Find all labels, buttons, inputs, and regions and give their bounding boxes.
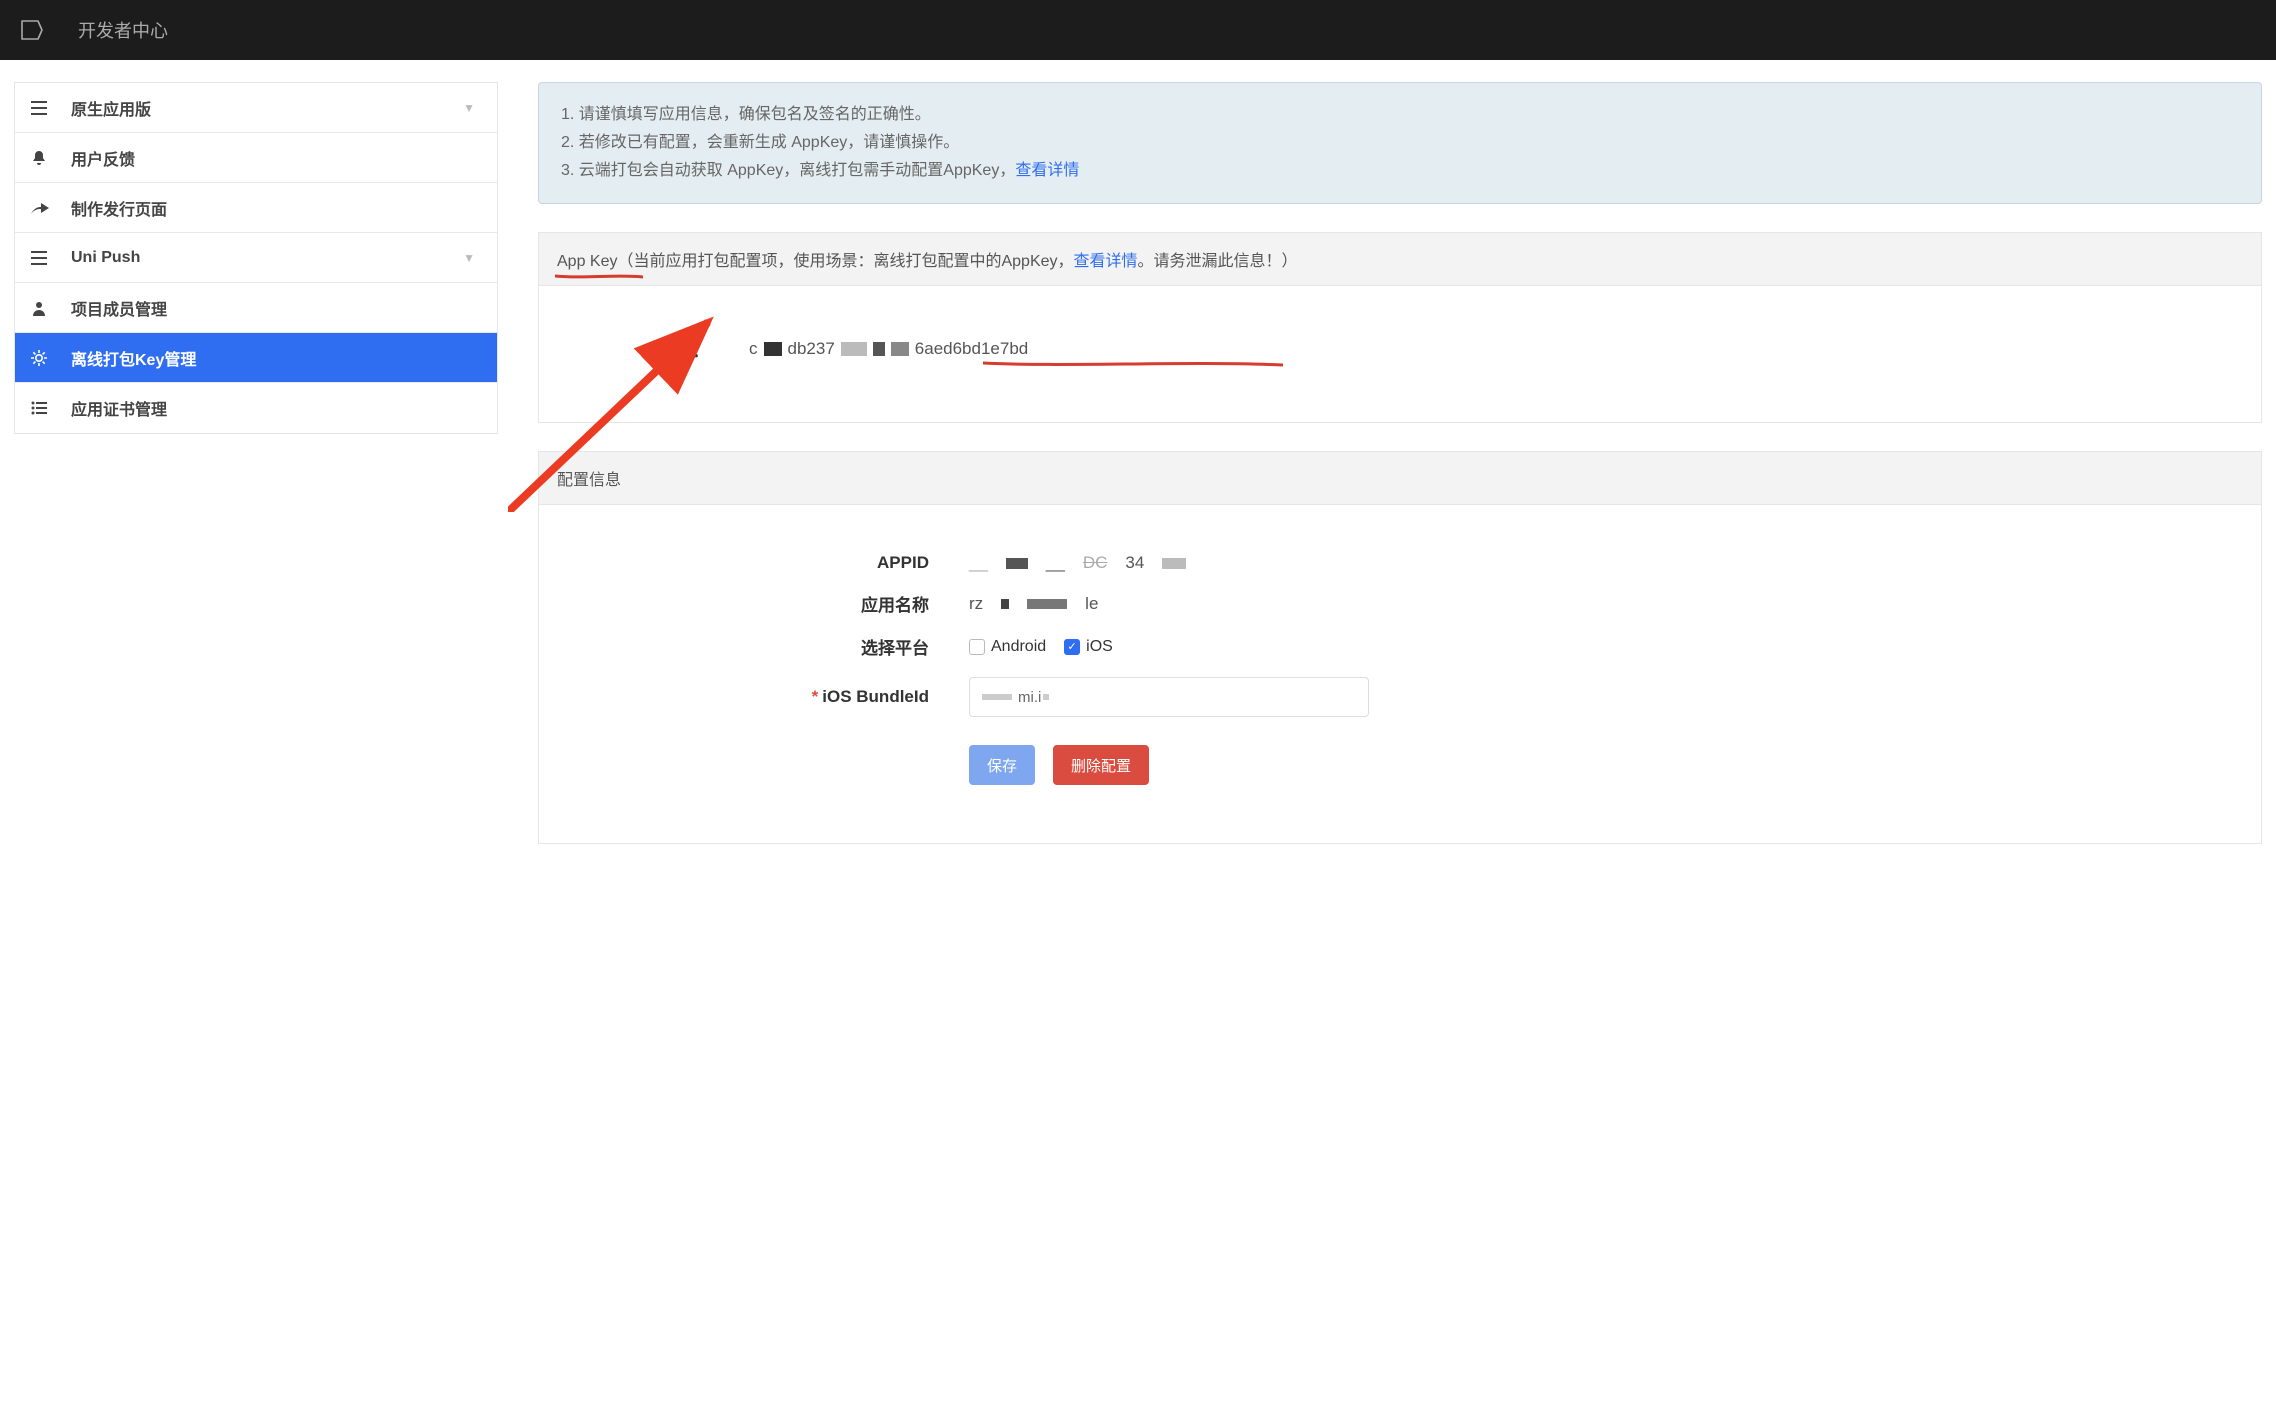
ios-label: iOS： (569, 337, 749, 362)
delete-config-button[interactable]: 删除配置 (1053, 745, 1149, 785)
sidebar-item-label: 项目成员管理 (71, 296, 167, 320)
sidebar-item-unipush[interactable]: Uni Push ▼ (15, 233, 497, 283)
panel-header: App Key（当前应用打包配置项，使用场景：离线打包配置中的AppKey，查看… (539, 233, 2261, 286)
user-icon (31, 300, 59, 316)
sidebar-item-label: 制作发行页面 (71, 196, 167, 220)
ios-checkbox[interactable]: ✓iOS (1064, 638, 1113, 656)
bundleid-label: *iOS BundleId (569, 687, 969, 707)
appkey-title-pre: App Key（当前应用打包配置项，使用场景：离线打包配置中的AppKey， (557, 253, 1074, 270)
sidebar-item-label: 用户反馈 (71, 146, 135, 170)
save-button[interactable]: 保存 (969, 745, 1035, 785)
info-line: 1. 请谨慎填写应用信息，确保包名及签名的正确性。 (561, 101, 2239, 129)
share-icon (31, 201, 59, 215)
header-title: 开发者中心 (78, 17, 168, 43)
logo-icon (20, 19, 44, 41)
sidebar-item-members[interactable]: 项目成员管理 (15, 283, 497, 333)
list-icon (31, 401, 59, 415)
bell-icon (31, 150, 59, 166)
sidebar-item-label: 离线打包Key管理 (71, 346, 196, 370)
info-line: 2. 若修改已有配置，会重新生成 AppKey，请谨慎操作。 (561, 129, 2239, 157)
android-checkbox[interactable]: Android (969, 638, 1046, 656)
gear-icon (31, 350, 59, 366)
info-details-link[interactable]: 查看详情 (1015, 162, 1079, 179)
annotation-underline-icon (555, 274, 643, 280)
appkey-title-post: 。请务泄漏此信息！） (1138, 253, 1298, 270)
topbar: 开发者中心 (0, 0, 2276, 60)
info-line: 3. 云端打包会自动获取 AppKey，离线打包需手动配置AppKey，查看详情 (561, 157, 2239, 185)
panel-header: 配置信息 (539, 452, 2261, 505)
annotation-underline-icon (983, 359, 1283, 379)
logo-area: 开发者中心 (20, 17, 168, 43)
info-box: 1. 请谨慎填写应用信息，确保包名及签名的正确性。 2. 若修改已有配置，会重新… (538, 82, 2262, 204)
menu-icon (31, 251, 59, 265)
chevron-down-icon: ▼ (463, 101, 475, 115)
bundleid-input[interactable]: mi.i (969, 677, 1369, 717)
sidebar-item-label: 原生应用版 (71, 96, 151, 120)
sidebar: 原生应用版 ▼ 用户反馈 制作发行页面 Uni Push ▼ 项 (14, 82, 498, 434)
sidebar-item-native-app[interactable]: 原生应用版 ▼ (15, 83, 497, 133)
ios-appkey-value: c db237 6aed6bd1e7bd (749, 339, 2231, 359)
platform-label: 选择平台 (569, 634, 969, 659)
chevron-down-icon: ▼ (463, 251, 475, 265)
sidebar-item-label: 应用证书管理 (71, 396, 167, 420)
main-content: 1. 请谨慎填写应用信息，确保包名及签名的正确性。 2. 若修改已有配置，会重新… (538, 82, 2262, 844)
appid-label: APPID (569, 553, 969, 573)
appname-label: 应用名称 (569, 591, 969, 616)
sidebar-item-certs[interactable]: 应用证书管理 (15, 383, 497, 433)
sidebar-item-feedback[interactable]: 用户反馈 (15, 133, 497, 183)
sidebar-item-label: Uni Push (71, 249, 140, 267)
panel-body: APPID ____DC34 应用名称 rzle 选择平台 Android ✓i… (539, 505, 2261, 843)
sidebar-item-offline-key[interactable]: 离线打包Key管理 (15, 333, 497, 383)
appname-value: rzle (969, 594, 2231, 614)
appkey-panel: App Key（当前应用打包配置项，使用场景：离线打包配置中的AppKey，查看… (538, 232, 2262, 423)
config-panel: 配置信息 APPID ____DC34 应用名称 rzle 选择平台 (538, 451, 2262, 844)
appkey-details-link[interactable]: 查看详情 (1074, 253, 1138, 270)
menu-icon (31, 101, 59, 115)
appid-value: ____DC34 (969, 553, 2231, 573)
sidebar-item-publish[interactable]: 制作发行页面 (15, 183, 497, 233)
panel-body: iOS： c db237 6aed6bd1e7bd (539, 286, 2261, 422)
